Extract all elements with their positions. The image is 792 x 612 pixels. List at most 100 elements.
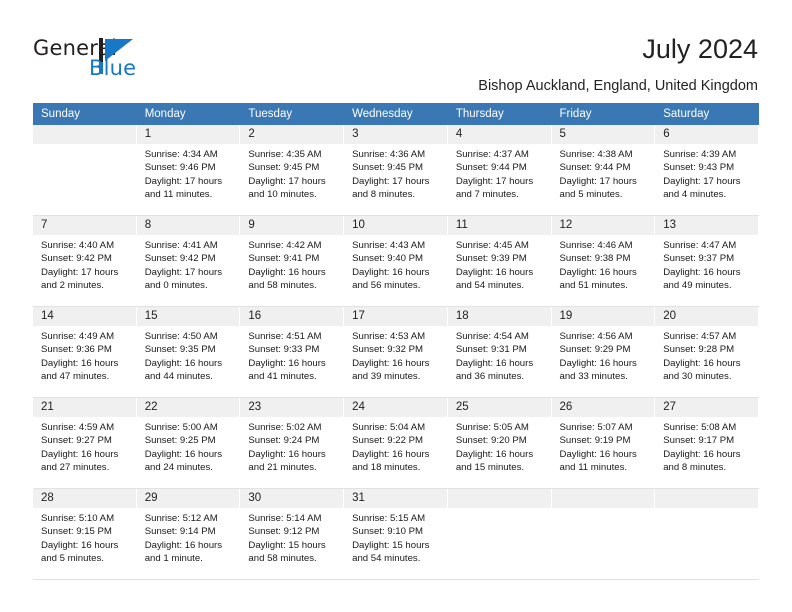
calendar-day-cell[interactable]: 20 Sunrise: 4:57 AM Sunset: 9:28 PM Dayligh… (655, 306, 759, 398)
sunset-text: Sunset: 9:27 PM (41, 435, 112, 447)
calendar-day-cell[interactable]: 25 Sunrise: 5:05 AM Sunset: 9:20 PM Dayligh… (447, 397, 552, 489)
sunset-text: Sunset: 9:10 PM (352, 526, 424, 538)
daylight-text-line1: Daylight: 16 hours (559, 448, 637, 460)
sunrise-text: Sunrise: 5:12 AM (144, 513, 218, 524)
day-number: 9 (240, 216, 344, 235)
calendar-day-cell[interactable]: 8 Sunrise: 4:41 AM Sunset: 9:42 PM Daylight… (136, 215, 241, 307)
calendar-day-cell[interactable]: 1 Sunrise: 4:34 AM Sunset: 9:46 PM Daylight… (136, 125, 241, 216)
day-cell-inner: 20 Sunrise: 4:57 AM Sunset: 9:28 PM Dayligh… (655, 307, 759, 397)
day-number: 13 (655, 216, 758, 235)
sunset-text: Sunset: 9:15 PM (41, 526, 112, 538)
calendar-day-cell[interactable]: 23 Sunrise: 5:02 AM Sunset: 9:24 PM Dayligh… (240, 397, 345, 489)
daylight-text-line2: and 8 minutes. (663, 462, 727, 474)
day-cell-inner: 5 Sunrise: 4:38 AM Sunset: 9:44 PM Daylight… (551, 125, 656, 215)
daylight-text-line2: and 24 minutes. (144, 462, 213, 474)
calendar-day-cell[interactable]: 17 Sunrise: 4:53 AM Sunset: 9:32 PM Dayligh… (344, 306, 448, 398)
calendar-day-cell[interactable]: 9 Sunrise: 4:42 AM Sunset: 9:41 PM Daylight… (240, 215, 345, 307)
calendar-day-cell[interactable]: 18 Sunrise: 4:54 AM Sunset: 9:31 PM Dayligh… (447, 306, 552, 398)
daylight-text-line2: and 56 minutes. (352, 280, 421, 292)
day-cell-inner: 4 Sunrise: 4:37 AM Sunset: 9:44 PM Daylight… (447, 125, 552, 215)
daylight-text-line1: Daylight: 16 hours (455, 357, 534, 369)
general-blue-logo: General Blue (33, 36, 163, 82)
daylight-text-line2: and 10 minutes. (248, 189, 317, 201)
calendar-day-cell[interactable]: 6 Sunrise: 4:39 AM Sunset: 9:43 PM Daylight… (655, 125, 759, 216)
day-cell-details: Sunrise: 5:14 AM Sunset: 9:12 PM Daylight:… (240, 508, 343, 566)
calendar-day-cell[interactable]: 21 Sunrise: 4:59 AM Sunset: 9:27 PM Dayligh… (33, 397, 137, 489)
calendar-day-cell[interactable]: 19 Sunrise: 4:56 AM Sunset: 9:29 PM Dayligh… (551, 306, 656, 398)
daylight-text-line1: Daylight: 17 hours (144, 266, 223, 278)
calendar-day-cell[interactable]: 14 Sunrise: 4:49 AM Sunset: 9:36 PM Dayligh… (33, 306, 137, 398)
daylight-text-line1: Daylight: 15 hours (352, 539, 430, 551)
sunrise-text: Sunrise: 4:35 AM (248, 149, 322, 160)
daylight-text-line1: Daylight: 16 hours (144, 539, 223, 551)
sunset-text: Sunset: 9:42 PM (144, 253, 216, 265)
daylight-text-line2: and 49 minutes. (663, 280, 732, 292)
daylight-text-line2: and 44 minutes. (144, 371, 213, 383)
day-number: 7 (33, 216, 136, 235)
daylight-text-line1: Daylight: 16 hours (455, 448, 534, 460)
calendar-day-cell[interactable]: 24 Sunrise: 5:04 AM Sunset: 9:22 PM Dayligh… (344, 397, 448, 489)
day-cell-details: Sunrise: 4:35 AM Sunset: 9:45 PM Daylight:… (240, 144, 343, 202)
day-cell-details: Sunrise: 5:07 AM Sunset: 9:19 PM Daylight:… (552, 417, 655, 475)
calendar-day-cell[interactable]: 3 Sunrise: 4:36 AM Sunset: 9:45 PM Daylight… (344, 125, 448, 216)
calendar-empty-cell (447, 488, 552, 580)
calendar-empty-cell (551, 488, 656, 580)
sunset-text: Sunset: 9:37 PM (663, 253, 735, 265)
daylight-text-line2: and 1 minute. (144, 553, 203, 565)
sunset-text: Sunset: 9:31 PM (455, 344, 527, 356)
daylight-text-line2: and 4 minutes. (663, 189, 727, 201)
calendar-day-cell[interactable]: 22 Sunrise: 5:00 AM Sunset: 9:25 PM Dayligh… (136, 397, 241, 489)
daylight-text-line2: and 7 minutes. (455, 189, 519, 201)
daylight-text-line1: Daylight: 15 hours (248, 539, 326, 551)
day-cell-inner: 11 Sunrise: 4:45 AM Sunset: 9:39 PM Dayligh… (447, 216, 552, 306)
sunset-text: Sunset: 9:36 PM (41, 344, 112, 356)
daylight-text-line2: and 30 minutes. (663, 371, 732, 383)
calendar-day-cell[interactable]: 13 Sunrise: 4:47 AM Sunset: 9:37 PM Dayligh… (655, 215, 759, 307)
calendar-day-cell[interactable]: 5 Sunrise: 4:38 AM Sunset: 9:44 PM Daylight… (551, 125, 656, 216)
sunrise-text: Sunrise: 5:14 AM (248, 513, 322, 524)
day-number: 22 (136, 398, 240, 417)
calendar-day-cell[interactable]: 12 Sunrise: 4:46 AM Sunset: 9:38 PM Dayligh… (551, 215, 656, 307)
daylight-text-line2: and 5 minutes. (41, 553, 104, 565)
calendar-day-cell[interactable]: 29 Sunrise: 5:12 AM Sunset: 9:14 PM Dayligh… (136, 488, 241, 580)
logo-text-blue: Blue (89, 56, 137, 80)
day-cell-inner: 28 Sunrise: 5:10 AM Sunset: 9:15 PM Dayligh… (33, 489, 137, 579)
day-cell-inner: 23 Sunrise: 5:02 AM Sunset: 9:24 PM Dayligh… (240, 398, 345, 488)
calendar-day-cell[interactable]: 2 Sunrise: 4:35 AM Sunset: 9:45 PM Daylight… (240, 125, 345, 216)
sunrise-text: Sunrise: 4:43 AM (352, 240, 426, 251)
day-cell-details: Sunrise: 4:53 AM Sunset: 9:32 PM Daylight:… (344, 326, 447, 384)
day-number: 15 (136, 307, 240, 326)
daylight-text-line2: and 27 minutes. (41, 462, 110, 474)
day-cell-details: Sunrise: 4:39 AM Sunset: 9:43 PM Daylight:… (655, 144, 758, 202)
day-number: 14 (33, 307, 136, 326)
sunset-text: Sunset: 9:40 PM (352, 253, 424, 265)
calendar-day-cell[interactable]: 4 Sunrise: 4:37 AM Sunset: 9:44 PM Daylight… (447, 125, 552, 216)
sunset-text: Sunset: 9:25 PM (144, 435, 216, 447)
day-cell-details: Sunrise: 5:02 AM Sunset: 9:24 PM Daylight:… (240, 417, 343, 475)
daylight-text-line2: and 15 minutes. (455, 462, 525, 474)
day-cell-inner: 2 Sunrise: 4:35 AM Sunset: 9:45 PM Daylight… (240, 125, 345, 215)
daylight-text-line1: Daylight: 17 hours (352, 175, 430, 187)
calendar-day-cell[interactable]: 31 Sunrise: 5:15 AM Sunset: 9:10 PM Dayligh… (344, 488, 448, 580)
calendar-day-cell[interactable]: 11 Sunrise: 4:45 AM Sunset: 9:39 PM Dayligh… (447, 215, 552, 307)
calendar-day-cell[interactable]: 27 Sunrise: 5:08 AM Sunset: 9:17 PM Dayligh… (655, 397, 759, 489)
calendar-empty-cell (33, 125, 137, 216)
day-cell-details: Sunrise: 4:54 AM Sunset: 9:31 PM Daylight:… (448, 326, 551, 384)
calendar-day-cell[interactable]: 28 Sunrise: 5:10 AM Sunset: 9:15 PM Dayligh… (33, 488, 137, 580)
sunset-text: Sunset: 9:35 PM (144, 344, 216, 356)
calendar-day-cell[interactable]: 26 Sunrise: 5:07 AM Sunset: 9:19 PM Dayligh… (551, 397, 656, 489)
day-cell-details: Sunrise: 4:37 AM Sunset: 9:44 PM Daylight:… (448, 144, 551, 202)
calendar-day-cell[interactable]: 15 Sunrise: 4:50 AM Sunset: 9:35 PM Dayligh… (136, 306, 241, 398)
daylight-text-line2: and 18 minutes. (352, 462, 421, 474)
calendar-day-cell[interactable]: 7 Sunrise: 4:40 AM Sunset: 9:42 PM Daylight… (33, 215, 137, 307)
day-cell-details: Sunrise: 4:40 AM Sunset: 9:42 PM Daylight:… (33, 235, 136, 293)
calendar-day-cell[interactable]: 16 Sunrise: 4:51 AM Sunset: 9:33 PM Dayligh… (240, 306, 345, 398)
day-cell-details (655, 508, 758, 512)
daylight-text-line2: and 47 minutes. (41, 371, 110, 383)
calendar-week-row: 1 Sunrise: 4:34 AM Sunset: 9:46 PM Daylight… (33, 125, 759, 216)
weekday-header-monday: Monday (136, 103, 241, 125)
calendar-day-cell[interactable]: 10 Sunrise: 4:43 AM Sunset: 9:40 PM Dayligh… (344, 215, 448, 307)
day-cell-inner: 14 Sunrise: 4:49 AM Sunset: 9:36 PM Dayligh… (33, 307, 137, 397)
calendar-day-cell[interactable]: 30 Sunrise: 5:14 AM Sunset: 9:12 PM Dayligh… (240, 488, 345, 580)
day-cell-details: Sunrise: 4:42 AM Sunset: 9:41 PM Daylight:… (240, 235, 343, 293)
